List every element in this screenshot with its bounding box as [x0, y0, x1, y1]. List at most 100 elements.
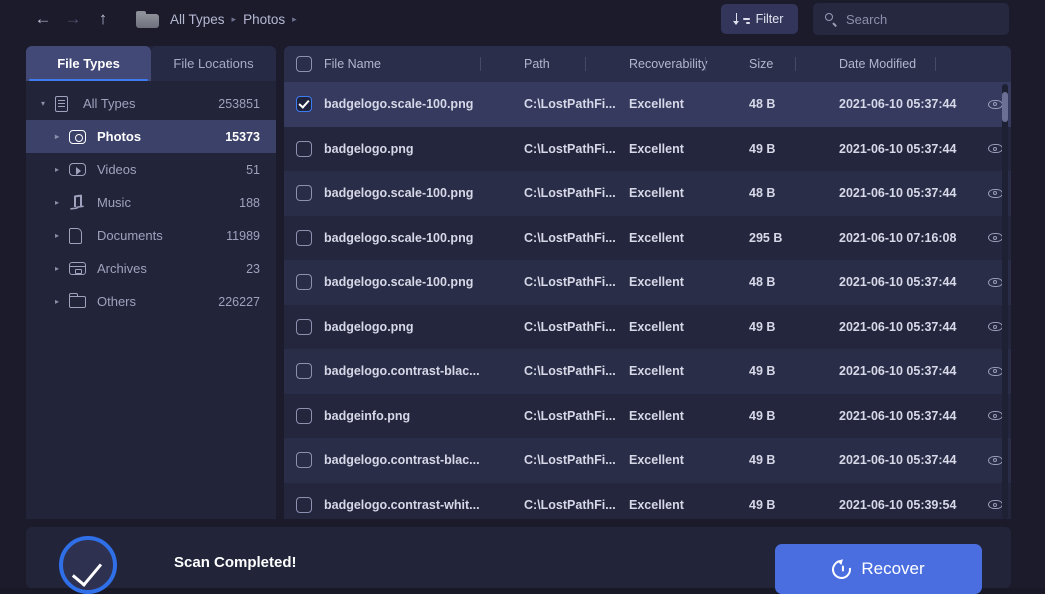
filter-button[interactable]: Filter: [721, 4, 798, 34]
sidebar-item-all-types[interactable]: ▾ All Types 253851: [26, 87, 276, 120]
cell-file-name: badgelogo.scale-100.png: [324, 275, 474, 290]
sidebar-item-count: 23: [246, 261, 260, 276]
search-input[interactable]: Search: [846, 12, 887, 27]
column-header-size[interactable]: Size: [749, 57, 839, 71]
sidebar-item-label: Music: [97, 195, 131, 210]
sidebar-item-music[interactable]: ▸ Music 188: [26, 186, 276, 219]
table-row[interactable]: badgelogo.contrast-blac... C:\LostPathFi.…: [284, 438, 1011, 483]
column-divider[interactable]: [935, 57, 936, 71]
cell-file-name: badgelogo.png: [324, 141, 414, 156]
search-icon: [825, 13, 837, 25]
column-divider[interactable]: [585, 57, 586, 71]
recover-button[interactable]: Recover: [775, 544, 982, 594]
eye-icon: [987, 455, 1003, 465]
eye-icon: [987, 144, 1003, 154]
chevron-right-icon[interactable]: ▸: [52, 198, 62, 207]
table-row[interactable]: badgelogo.png C:\LostPathFi... Excellent 49…: [284, 126, 1011, 171]
table-row[interactable]: badgelogo.scale-100.png C:\LostPathFi... E…: [284, 82, 1011, 127]
row-checkbox[interactable]: [284, 363, 324, 380]
sidebar-item-label: Photos: [97, 129, 142, 144]
row-checkbox[interactable]: [284, 496, 324, 513]
row-checkbox[interactable]: [284, 274, 324, 291]
row-checkbox[interactable]: [284, 318, 324, 335]
select-all-checkbox[interactable]: [284, 56, 324, 72]
cell-date-modified: 2021-06-10 05:37:44: [839, 141, 957, 156]
tab-file-locations-label: File Locations: [173, 56, 254, 71]
breadcrumb-item-photos[interactable]: Photos: [243, 12, 285, 27]
chevron-right-icon[interactable]: ▸: [52, 297, 62, 306]
sidebar-item-label: Videos: [97, 162, 137, 177]
up-button[interactable]: ↑: [88, 4, 118, 34]
chevron-right-icon[interactable]: ▸: [52, 132, 62, 141]
breadcrumb-item-all-types[interactable]: All Types: [170, 12, 225, 27]
row-checkbox[interactable]: [284, 140, 324, 157]
back-button[interactable]: ←: [28, 4, 58, 34]
cell-recoverability: Excellent: [629, 408, 684, 423]
chevron-right-icon[interactable]: ▸: [52, 264, 62, 273]
search-box[interactable]: Search: [813, 3, 1009, 35]
cell-date-modified: 2021-06-10 05:37:44: [839, 408, 957, 423]
sidebar-item-others[interactable]: ▸ Others 226227: [26, 285, 276, 318]
cell-file-name: badgelogo.scale-100.png: [324, 230, 474, 245]
table-row[interactable]: badgelogo.contrast-blac... C:\LostPathFi.…: [284, 349, 1011, 394]
file-list-scrollbar[interactable]: [1002, 84, 1008, 519]
cell-path: C:\LostPathFi...: [524, 275, 616, 290]
row-checkbox[interactable]: [284, 452, 324, 469]
video-icon: [68, 161, 88, 179]
tab-file-types-label: File Types: [57, 56, 120, 71]
tab-file-types[interactable]: File Types: [26, 46, 151, 81]
row-checkbox[interactable]: [284, 185, 324, 202]
sidebar-item-label: All Types: [83, 96, 136, 111]
tab-file-locations[interactable]: File Locations: [151, 46, 276, 81]
cell-size: 295 B: [749, 230, 783, 245]
column-divider[interactable]: [480, 57, 481, 71]
scrollbar-thumb[interactable]: [1002, 92, 1008, 122]
cell-file-name: badgelogo.scale-100.png: [324, 97, 474, 112]
table-row[interactable]: badgelogo.scale-100.png C:\LostPathFi... E…: [284, 171, 1011, 216]
forward-button[interactable]: →: [58, 4, 88, 34]
cell-path: C:\LostPathFi...: [524, 408, 616, 423]
sidebar-item-documents[interactable]: ▸ Documents 11989: [26, 219, 276, 252]
cell-path: C:\LostPathFi...: [524, 497, 616, 512]
cell-path: C:\LostPathFi...: [524, 97, 616, 112]
eye-icon: [987, 277, 1003, 287]
cell-date-modified: 2021-06-10 05:37:44: [839, 186, 957, 201]
chevron-down-icon[interactable]: ▾: [38, 99, 48, 108]
cell-file-name: badgelogo.contrast-blac...: [324, 364, 480, 379]
cell-path: C:\LostPathFi...: [524, 141, 616, 156]
table-row[interactable]: badgelogo.scale-100.png C:\LostPathFi... E…: [284, 215, 1011, 260]
table-row[interactable]: badgelogo.png C:\LostPathFi... Excellent 49…: [284, 304, 1011, 349]
column-header-file-name[interactable]: File Name: [324, 57, 524, 71]
cell-recoverability: Excellent: [629, 497, 684, 512]
cell-date-modified: 2021-06-10 05:37:44: [839, 453, 957, 468]
table-row[interactable]: badgelogo.scale-100.png C:\LostPathFi... E…: [284, 260, 1011, 305]
filter-button-label: Filter: [755, 12, 784, 26]
column-header-recoverability[interactable]: Recoverability: [629, 57, 749, 71]
cell-size: 48 B: [749, 186, 776, 201]
archive-icon: [68, 260, 88, 278]
document-icon: [54, 95, 74, 113]
cell-date-modified: 2021-06-10 05:37:44: [839, 275, 957, 290]
row-checkbox[interactable]: [284, 229, 324, 246]
column-header-path[interactable]: Path: [524, 57, 629, 71]
chevron-right-icon[interactable]: ▸: [52, 165, 62, 174]
file-icon: [68, 227, 88, 245]
table-row[interactable]: badgeinfo.png C:\LostPathFi... Excellent 49…: [284, 393, 1011, 438]
camera-icon: [68, 128, 88, 146]
eye-icon: [987, 233, 1003, 243]
table-row[interactable]: badgelogo.contrast-whit... C:\LostPathFi.…: [284, 482, 1011, 519]
sidebar-item-archives[interactable]: ▸ Archives 23: [26, 252, 276, 285]
cell-path: C:\LostPathFi...: [524, 364, 616, 379]
row-checkbox[interactable]: [284, 407, 324, 424]
breadcrumb-separator: ▸: [292, 13, 297, 24]
cell-recoverability: Excellent: [629, 453, 684, 468]
row-checkbox[interactable]: [284, 96, 324, 113]
column-divider[interactable]: [705, 57, 706, 71]
column-header-date-modified[interactable]: Date Modified: [839, 57, 979, 71]
cell-size: 48 B: [749, 275, 776, 290]
sidebar-item-videos[interactable]: ▸ Videos 51: [26, 153, 276, 186]
sidebar-item-photos[interactable]: ▸ Photos 15373: [26, 120, 276, 153]
chevron-right-icon[interactable]: ▸: [52, 231, 62, 240]
restore-clock-icon: [828, 555, 856, 583]
column-divider[interactable]: [795, 57, 796, 71]
